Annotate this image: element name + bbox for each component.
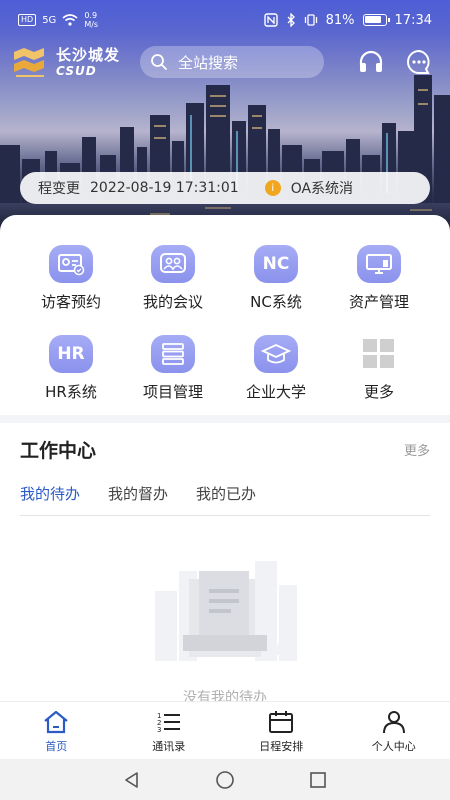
nav-label: 个人中心: [371, 740, 416, 753]
nc-icon: NC: [254, 245, 298, 283]
nav-label: 通讯录: [152, 740, 186, 753]
notice-datetime: 2022-08-19 17:31:01: [90, 180, 239, 196]
app-hr-system[interactable]: HR HR系统: [19, 335, 123, 402]
nfc-icon: [263, 13, 278, 27]
tab-my-done[interactable]: 我的已办: [196, 483, 256, 504]
nav-contacts[interactable]: 123 通讯录: [113, 702, 226, 759]
server-list-icon: [151, 335, 195, 373]
tab-divider: [20, 515, 430, 516]
app-logo: 长沙城发 CSUD: [10, 46, 120, 78]
app-label: 更多: [363, 383, 394, 401]
work-center-title: 工作中心: [20, 440, 97, 462]
app-label: 项目管理: [142, 383, 203, 401]
nav-label: 日程安排: [259, 740, 304, 753]
svg-text:3: 3: [157, 726, 161, 734]
back-icon[interactable]: [122, 770, 142, 790]
bluetooth-icon: [287, 13, 295, 27]
app-label: 企业大学: [245, 383, 306, 401]
system-nav-bar: [0, 759, 450, 800]
status-bar: HD 5G 0.9 M/s 81% 17:34: [0, 0, 450, 40]
battery-percent: 81%: [325, 12, 355, 28]
meeting-icon: [151, 245, 195, 283]
app-corporate-university[interactable]: 企业大学: [224, 335, 328, 402]
app-label: HR系统: [45, 383, 97, 401]
calendar-icon: [269, 711, 294, 733]
grid-more-icon: [357, 335, 401, 373]
csud-logo-icon: [14, 48, 44, 77]
status-time: 17:34: [394, 12, 432, 28]
headset-icon[interactable]: [358, 50, 384, 74]
vibrate-icon: [304, 14, 317, 26]
app-asset-management[interactable]: 资产管理: [327, 245, 431, 312]
work-center: 工作中心 更多 我的待办 我的督办 我的已办 没有我的待办: [0, 423, 450, 706]
person-icon: [382, 711, 405, 734]
graduation-cap-icon: [254, 335, 298, 373]
top-bar: 长沙城发 CSUD 全站搜索: [0, 44, 450, 80]
app-visitor-booking[interactable]: 访客预约: [19, 245, 123, 312]
net-speed-unit: M/s: [84, 20, 99, 29]
battery-icon: [362, 14, 390, 26]
app-project-management[interactable]: 项目管理: [121, 335, 225, 402]
net-speed-value: 0.9: [84, 11, 98, 20]
app-label: 访客预约: [40, 293, 101, 311]
search-icon: [151, 54, 167, 70]
notice-text-end: OA系统消: [290, 181, 354, 197]
contacts-list-icon: 123: [157, 712, 180, 734]
search-placeholder: 全站搜索: [178, 53, 239, 72]
notice-marquee[interactable]: 程变更 2022-08-19 17:31:01 i OA系统消: [20, 172, 430, 204]
nav-home[interactable]: 首页: [0, 702, 113, 759]
bottom-nav: 首页 123 通讯录 日程安排 个人中心: [0, 701, 450, 759]
nav-profile[interactable]: 个人中心: [338, 702, 450, 759]
chat-icon[interactable]: [406, 49, 432, 75]
app-label: 我的会议: [142, 293, 203, 311]
notice-text-start: 程变更: [38, 181, 80, 197]
nav-schedule[interactable]: 日程安排: [225, 702, 338, 759]
signal-indicator: 5G: [42, 14, 57, 26]
tab-my-supervision[interactable]: 我的督办: [108, 483, 168, 504]
app-grid: 访客预约 我的会议 NC NC系统 资产管理 HR HR系统 项目管理 企业大学: [0, 215, 450, 415]
app-label: NC系统: [250, 293, 302, 311]
info-badge-icon: i: [264, 180, 281, 196]
visitor-card-icon: [49, 245, 93, 283]
city-skyline-image: [0, 75, 450, 235]
monitor-icon: [357, 245, 401, 283]
work-center-more-link[interactable]: 更多: [404, 440, 430, 459]
work-tabs: 我的待办 我的督办 我的已办: [20, 483, 256, 504]
empty-state-illustration: [155, 561, 297, 661]
app-nc-system[interactable]: NC NC系统: [224, 245, 328, 312]
app-label: 资产管理: [348, 293, 409, 311]
app-my-meetings[interactable]: 我的会议: [121, 245, 225, 312]
tab-my-todo[interactable]: 我的待办: [20, 483, 80, 504]
hd-indicator: HD: [18, 14, 37, 26]
home-icon: [44, 710, 68, 734]
home-circle-icon[interactable]: [214, 769, 236, 791]
search-input[interactable]: 全站搜索: [140, 46, 325, 78]
wifi-icon: [62, 14, 78, 26]
hr-icon: HR: [49, 335, 93, 373]
logo-chinese: 长沙城发: [56, 45, 121, 64]
nav-label: 首页: [45, 740, 68, 753]
logo-english: CSUD: [56, 63, 97, 78]
recents-icon[interactable]: [308, 770, 328, 790]
header-banner: HD 5G 0.9 M/s 81% 17:34 长沙城发 CSUD 全站搜索 程…: [0, 0, 450, 235]
app-more[interactable]: 更多: [327, 335, 431, 402]
